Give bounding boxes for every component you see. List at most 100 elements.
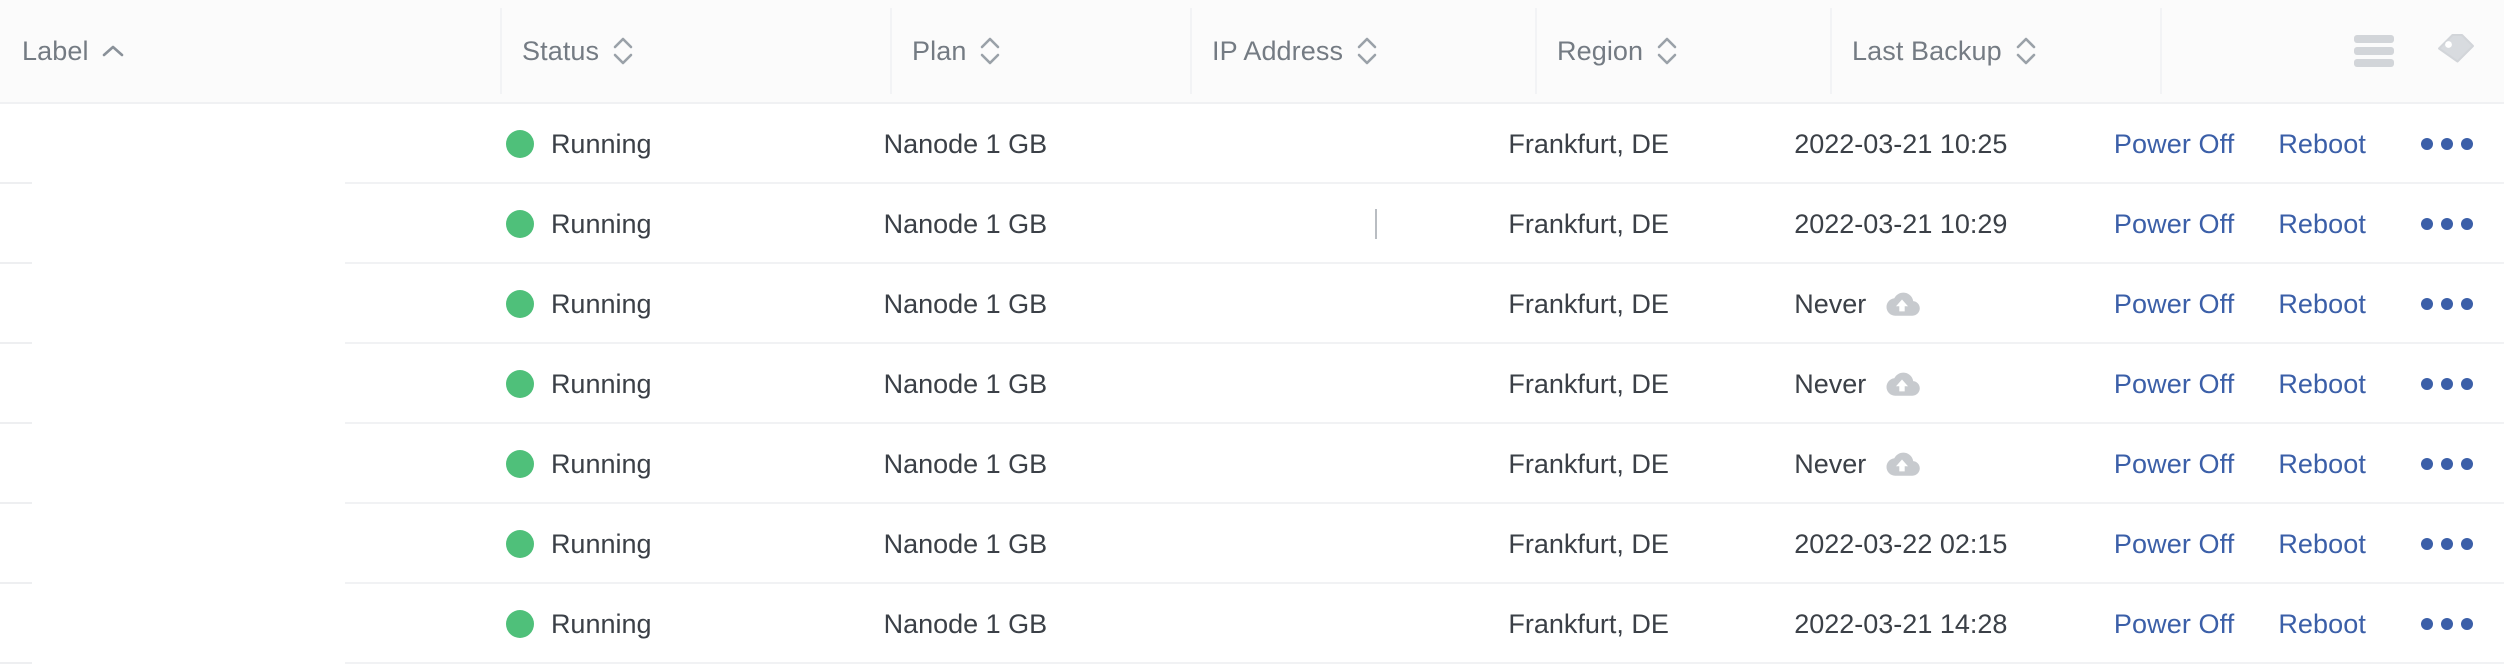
cell-region: Frankfurt, DE [1486, 369, 1772, 400]
list-view-icon[interactable] [2350, 27, 2398, 75]
power-off-button[interactable]: Power Off [2114, 283, 2234, 326]
status-dot-running [506, 610, 534, 638]
status-label: Running [551, 209, 652, 240]
table-row[interactable]: Running Nanode 1 GB Frankfurt, DE 2022-0… [0, 184, 2504, 264]
status-dot-running [506, 290, 534, 318]
status-label: Running [551, 529, 652, 560]
cell-last-backup: 2022-03-22 02:15 [1772, 529, 2092, 560]
table-body: Running Nanode 1 GB Frankfurt, DE 2022-0… [0, 104, 2504, 664]
column-header-ip-address[interactable]: IP Address [1190, 0, 1535, 102]
cell-last-backup: Never [1772, 289, 2092, 320]
chevron-up-down-icon [979, 34, 1001, 68]
cell-last-backup: 2022-03-21 10:25 [1772, 129, 2092, 160]
reboot-button[interactable]: Reboot [2278, 443, 2366, 486]
column-header-plan[interactable]: Plan [890, 0, 1190, 102]
last-backup-value: Never [1794, 449, 1866, 480]
more-options-icon[interactable] [2412, 279, 2482, 329]
status-label: Running [551, 369, 652, 400]
last-backup-value: Never [1794, 289, 1866, 320]
status-label: Running [551, 289, 652, 320]
chevron-up-icon [102, 34, 124, 68]
power-off-button[interactable]: Power Off [2114, 523, 2234, 566]
column-header-status-text: Status [522, 36, 599, 67]
column-header-plan-text: Plan [912, 36, 966, 67]
cell-status: Running [484, 289, 862, 320]
column-header-last-backup-text: Last Backup [1852, 36, 2002, 67]
status-dot-running [506, 530, 534, 558]
last-backup-value: 2022-03-21 10:29 [1794, 209, 2007, 240]
power-off-button[interactable]: Power Off [2114, 123, 2234, 166]
status-label: Running [551, 609, 652, 640]
cell-status: Running [484, 129, 862, 160]
header-actions [2160, 0, 2504, 102]
column-header-ip-address-text: IP Address [1212, 36, 1343, 67]
more-options-icon[interactable] [2412, 439, 2482, 489]
column-header-label-text: Label [22, 36, 89, 67]
cell-plan: Nanode 1 GB [862, 289, 1153, 320]
reboot-button[interactable]: Reboot [2278, 523, 2366, 566]
reboot-button[interactable]: Reboot [2278, 603, 2366, 646]
cell-plan: Nanode 1 GB [862, 449, 1153, 480]
status-dot-running [506, 210, 534, 238]
cell-last-backup: 2022-03-21 10:29 [1772, 209, 2092, 240]
last-backup-wrap: 2022-03-21 10:25 [1794, 129, 2007, 160]
column-header-label[interactable]: Label [0, 0, 500, 102]
cell-actions: Power Off Reboot [2092, 439, 2504, 489]
reboot-button[interactable]: Reboot [2278, 363, 2366, 406]
reboot-button[interactable]: Reboot [2278, 283, 2366, 326]
status-dot-running [506, 370, 534, 398]
cell-actions: Power Off Reboot [2092, 599, 2504, 649]
cell-plan: Nanode 1 GB [862, 609, 1153, 640]
last-backup-wrap: 2022-03-21 14:28 [1794, 609, 2007, 640]
table-row[interactable]: Running Nanode 1 GB Frankfurt, DE 2022-0… [0, 104, 2504, 184]
table-row[interactable]: Running Nanode 1 GB Frankfurt, DE Never [0, 344, 2504, 424]
cell-status: Running [484, 209, 862, 240]
chevron-up-down-icon [1356, 34, 1378, 68]
column-header-region[interactable]: Region [1535, 0, 1830, 102]
cell-actions: Power Off Reboot [2092, 359, 2504, 409]
cloud-upload-icon[interactable] [1882, 370, 1922, 398]
status-label: Running [551, 449, 652, 480]
cell-status: Running [484, 449, 862, 480]
linodes-table: Label Status Plan [0, 0, 2504, 664]
text-cursor-icon [1375, 209, 1377, 239]
last-backup-wrap: Never [1794, 449, 1922, 480]
last-backup-wrap: Never [1794, 289, 1922, 320]
last-backup-wrap: 2022-03-22 02:15 [1794, 529, 2007, 560]
column-header-status[interactable]: Status [500, 0, 890, 102]
more-options-icon[interactable] [2412, 199, 2482, 249]
chevron-up-down-icon [612, 34, 634, 68]
cell-status: Running [484, 609, 862, 640]
cell-region: Frankfurt, DE [1486, 609, 1772, 640]
reboot-button[interactable]: Reboot [2278, 203, 2366, 246]
power-off-button[interactable]: Power Off [2114, 203, 2234, 246]
power-off-button[interactable]: Power Off [2114, 363, 2234, 406]
cell-plan: Nanode 1 GB [862, 529, 1153, 560]
power-off-button[interactable]: Power Off [2114, 443, 2234, 486]
more-options-icon[interactable] [2412, 599, 2482, 649]
power-off-button[interactable]: Power Off [2114, 603, 2234, 646]
cell-region: Frankfurt, DE [1486, 129, 1772, 160]
status-dot-running [506, 130, 534, 158]
cloud-upload-icon[interactable] [1882, 290, 1922, 318]
last-backup-value: 2022-03-22 02:15 [1794, 529, 2007, 560]
reboot-button[interactable]: Reboot [2278, 123, 2366, 166]
more-options-icon[interactable] [2412, 519, 2482, 569]
cloud-upload-icon[interactable] [1882, 450, 1922, 478]
cell-last-backup: Never [1772, 449, 2092, 480]
table-row[interactable]: Running Nanode 1 GB Frankfurt, DE 2022-0… [0, 584, 2504, 664]
cell-region: Frankfurt, DE [1486, 449, 1772, 480]
last-backup-value: 2022-03-21 10:25 [1794, 129, 2007, 160]
table-row[interactable]: Running Nanode 1 GB Frankfurt, DE Never [0, 264, 2504, 344]
more-options-icon[interactable] [2412, 359, 2482, 409]
table-row[interactable]: Running Nanode 1 GB Frankfurt, DE Never [0, 424, 2504, 504]
cell-status: Running [484, 369, 862, 400]
cell-actions: Power Off Reboot [2092, 279, 2504, 329]
more-options-icon[interactable] [2412, 119, 2482, 169]
cell-plan: Nanode 1 GB [862, 369, 1153, 400]
table-row[interactable]: Running Nanode 1 GB Frankfurt, DE 2022-0… [0, 504, 2504, 584]
column-header-last-backup[interactable]: Last Backup [1830, 0, 2160, 102]
tag-icon[interactable] [2432, 27, 2480, 75]
cell-plan: Nanode 1 GB [862, 129, 1153, 160]
chevron-up-down-icon [2015, 34, 2037, 68]
